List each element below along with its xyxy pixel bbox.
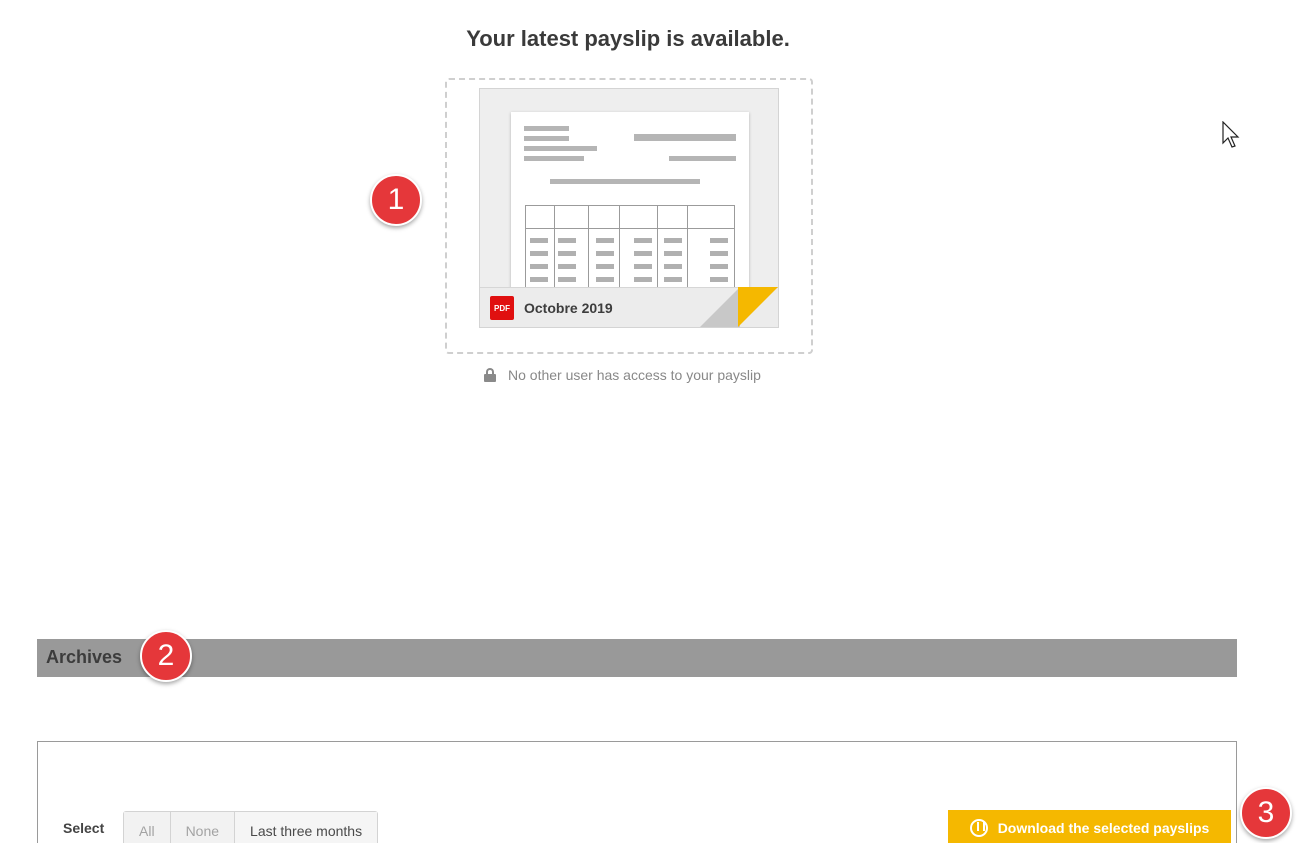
callout-marker-2: 2 [140,630,192,682]
mouse-cursor-icon [1222,121,1240,148]
page-headline: Your latest payslip is available. [466,26,790,51]
select-all-button[interactable]: All [124,812,171,843]
callout-marker-3: 3 [1240,787,1292,839]
callout-marker-1: 1 [370,174,422,226]
download-icon [969,819,988,837]
access-note: No other user has access to your payslip [484,367,761,383]
access-note-text: No other user has access to your payslip [508,367,761,383]
download-button-label: Download the selected payslips [997,820,1210,836]
archives-title: Archives [46,647,123,667]
selection-filter-group: All None Last three months [123,811,379,843]
page-fold-corner [738,287,778,327]
payslip-thumbnail [511,112,749,315]
lock-icon [484,368,496,382]
select-last-three-months-button[interactable]: Last three months [235,812,378,843]
pdf-icon: PDF [490,296,514,320]
payslip-preview[interactable]: PDF Octobre 2019 [479,88,779,328]
page-fold-shadow [700,287,740,327]
archives-header: Archives [37,639,1237,677]
select-label: Select [63,820,105,836]
download-selected-button[interactable]: Download the selected payslips [948,810,1231,843]
payslip-month: Octobre 2019 [524,300,613,316]
payslip-label-strip: PDF Octobre 2019 [480,287,778,327]
select-none-button[interactable]: None [170,812,236,843]
